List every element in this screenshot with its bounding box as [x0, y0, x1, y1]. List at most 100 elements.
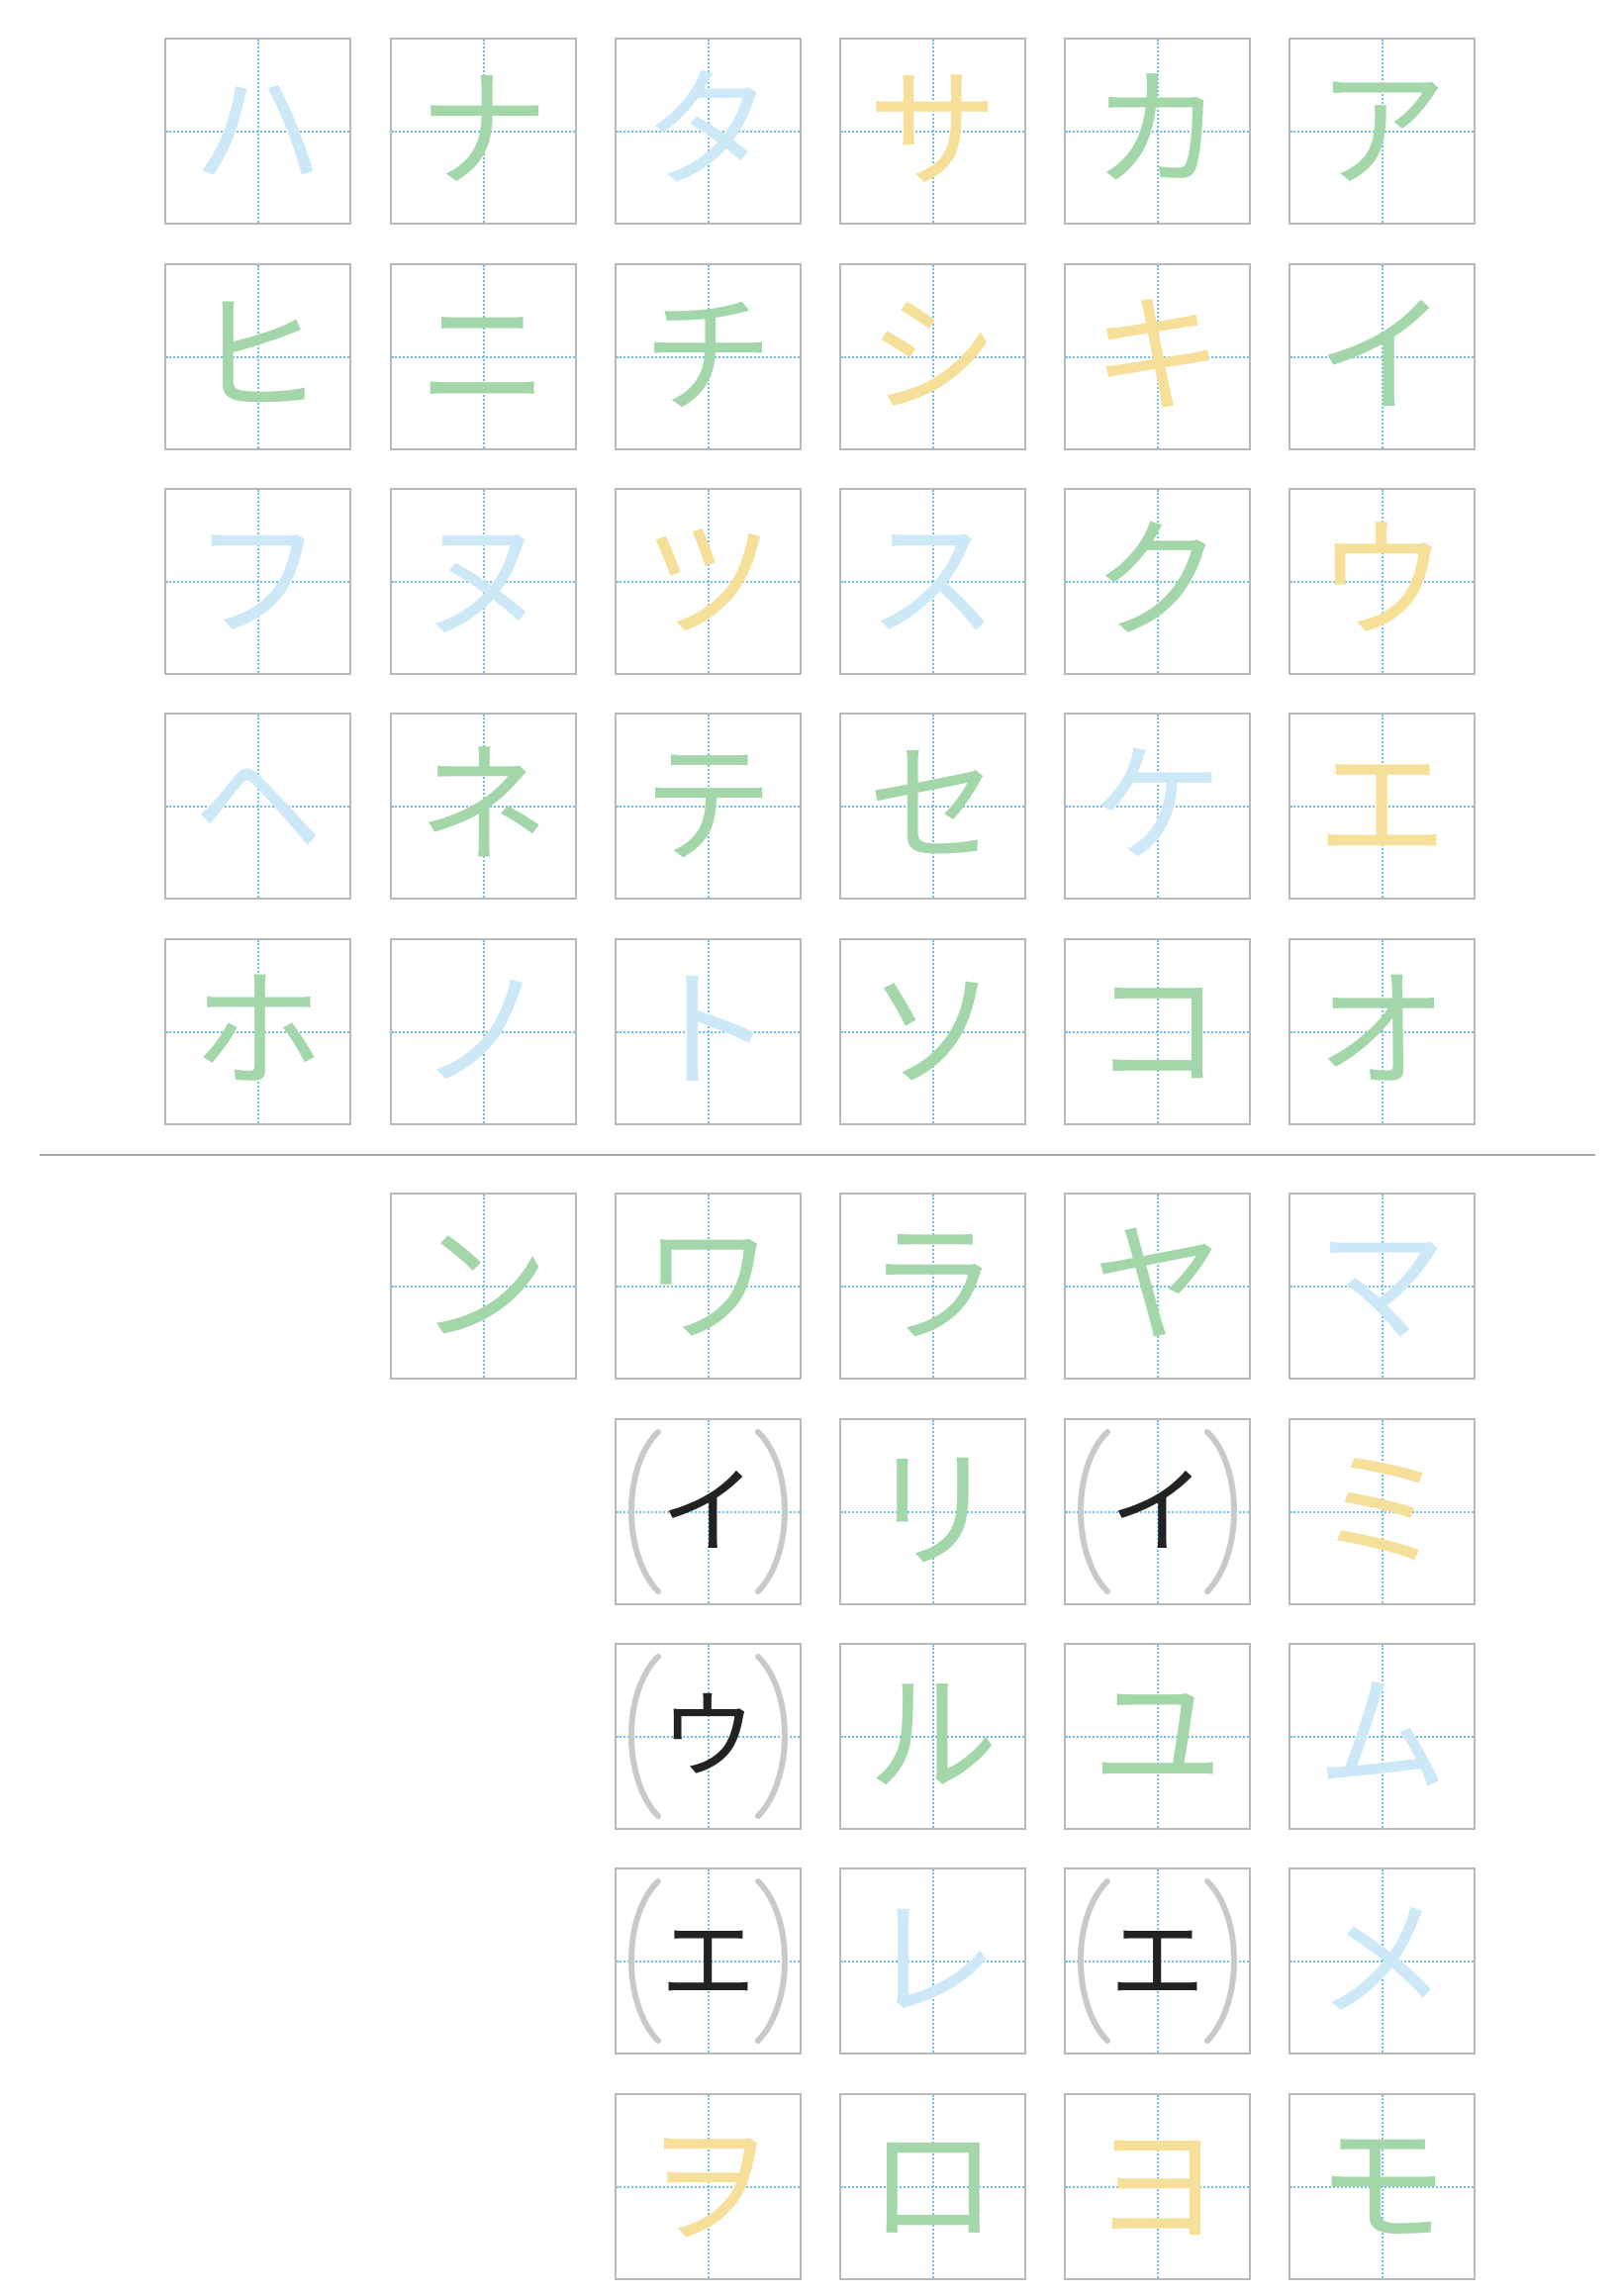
trace-kana: ユ	[1092, 1660, 1223, 1813]
practice-cell: タ	[615, 38, 802, 225]
trace-kana: カ	[1092, 54, 1223, 208]
practice-cell: ヒ	[164, 263, 351, 450]
practice-cell: エ	[1064, 1867, 1251, 2055]
practice-cell: ネ	[390, 713, 577, 900]
section-divider	[40, 1154, 1595, 1156]
practice-cell: レ	[839, 1867, 1026, 2055]
trace-kana: ヌ	[418, 505, 549, 658]
practice-cell: ワ	[615, 1193, 802, 1380]
practice-cell: ツ	[615, 488, 802, 675]
trace-kana: ル	[867, 1660, 999, 1813]
practice-cell: シ	[839, 263, 1026, 450]
trace-kana: ヨ	[1092, 2110, 1223, 2263]
practice-cell: ロ	[839, 2093, 1026, 2280]
practice-cell: マ	[1289, 1193, 1476, 1380]
practice-cell: ス	[839, 488, 1026, 675]
trace-kana: ネ	[418, 729, 549, 883]
trace-kana: サ	[867, 54, 999, 208]
right-parenthesis	[1201, 1428, 1241, 1595]
practice-cell: ム	[1289, 1643, 1476, 1830]
practice-cell: イ	[615, 1418, 802, 1605]
practice-cell: チ	[615, 263, 802, 450]
trace-kana: ナ	[418, 54, 549, 208]
right-parenthesis	[752, 1428, 792, 1595]
practice-cell: セ	[839, 713, 1026, 900]
practice-cell: ホ	[164, 938, 351, 1125]
right-parenthesis	[1201, 1877, 1241, 2045]
practice-cell: メ	[1289, 1867, 1476, 2055]
practice-cell: コ	[1064, 938, 1251, 1125]
right-parenthesis	[752, 1877, 792, 2045]
trace-kana: ム	[1316, 1660, 1448, 1813]
left-parenthesis	[1074, 1428, 1113, 1595]
trace-kana: ソ	[867, 955, 999, 1108]
practice-cell: オ	[1289, 938, 1476, 1125]
practice-cell: ウ	[1289, 488, 1476, 675]
trace-kana: ヲ	[642, 2110, 774, 2263]
trace-kana: イ	[1316, 280, 1448, 433]
practice-cell: ヌ	[390, 488, 577, 675]
practice-cell: ハ	[164, 38, 351, 225]
practice-cell: ニ	[390, 263, 577, 450]
trace-kana: オ	[1316, 955, 1448, 1108]
trace-kana: フ	[192, 505, 324, 658]
left-parenthesis	[624, 1877, 664, 2045]
trace-kana: ス	[867, 505, 999, 658]
practice-cell: カ	[1064, 38, 1251, 225]
trace-kana: ヒ	[192, 280, 324, 433]
trace-kana: ウ	[1316, 505, 1448, 658]
trace-kana: ホ	[192, 955, 324, 1108]
practice-cell: モ	[1289, 2093, 1476, 2280]
practice-cell: エ	[615, 1867, 802, 2055]
left-parenthesis	[624, 1653, 664, 1820]
left-parenthesis	[624, 1428, 664, 1595]
practice-cell: ノ	[390, 938, 577, 1125]
trace-kana: ロ	[867, 2110, 999, 2263]
trace-kana: タ	[642, 54, 774, 208]
practice-cell: ケ	[1064, 713, 1251, 900]
trace-kana: ワ	[642, 1209, 774, 1363]
trace-kana: キ	[1092, 280, 1223, 433]
practice-cell: ミ	[1289, 1418, 1476, 1605]
practice-cell: ユ	[1064, 1643, 1251, 1830]
practice-cell: イ	[1289, 263, 1476, 450]
practice-cell: ソ	[839, 938, 1026, 1125]
trace-kana: ク	[1092, 505, 1223, 658]
practice-cell: ル	[839, 1643, 1026, 1830]
practice-cell: サ	[839, 38, 1026, 225]
trace-kana: ト	[642, 955, 774, 1108]
practice-cell: テ	[615, 713, 802, 900]
trace-kana: ケ	[1092, 729, 1223, 883]
practice-cell: フ	[164, 488, 351, 675]
practice-cell: ヲ	[615, 2093, 802, 2280]
practice-cell: ク	[1064, 488, 1251, 675]
left-parenthesis	[1074, 1877, 1113, 2045]
trace-kana: リ	[867, 1435, 999, 1588]
trace-kana: モ	[1316, 2110, 1448, 2263]
practice-cell: ヤ	[1064, 1193, 1251, 1380]
right-parenthesis	[752, 1653, 792, 1820]
practice-cell: ヨ	[1064, 2093, 1251, 2280]
trace-kana: ミ	[1316, 1435, 1448, 1588]
trace-kana: シ	[867, 280, 999, 433]
practice-cell: ラ	[839, 1193, 1026, 1380]
practice-cell: ン	[390, 1193, 577, 1380]
practice-cell: ト	[615, 938, 802, 1125]
trace-kana: ラ	[867, 1209, 999, 1363]
trace-kana: ヤ	[1092, 1209, 1223, 1363]
trace-kana: マ	[1316, 1209, 1448, 1363]
trace-kana: ツ	[642, 505, 774, 658]
trace-kana: テ	[642, 729, 774, 883]
trace-kana: レ	[867, 1884, 999, 2038]
practice-cell: ナ	[390, 38, 577, 225]
trace-kana: ニ	[418, 280, 549, 433]
trace-kana: セ	[867, 729, 999, 883]
trace-kana: コ	[1092, 955, 1223, 1108]
practice-cell: リ	[839, 1418, 1026, 1605]
trace-kana: チ	[642, 280, 774, 433]
practice-cell: ウ	[615, 1643, 802, 1830]
trace-kana: エ	[1316, 729, 1448, 883]
trace-kana: ノ	[418, 955, 549, 1108]
trace-kana: メ	[1316, 1884, 1448, 2038]
trace-kana: ハ	[192, 54, 324, 208]
